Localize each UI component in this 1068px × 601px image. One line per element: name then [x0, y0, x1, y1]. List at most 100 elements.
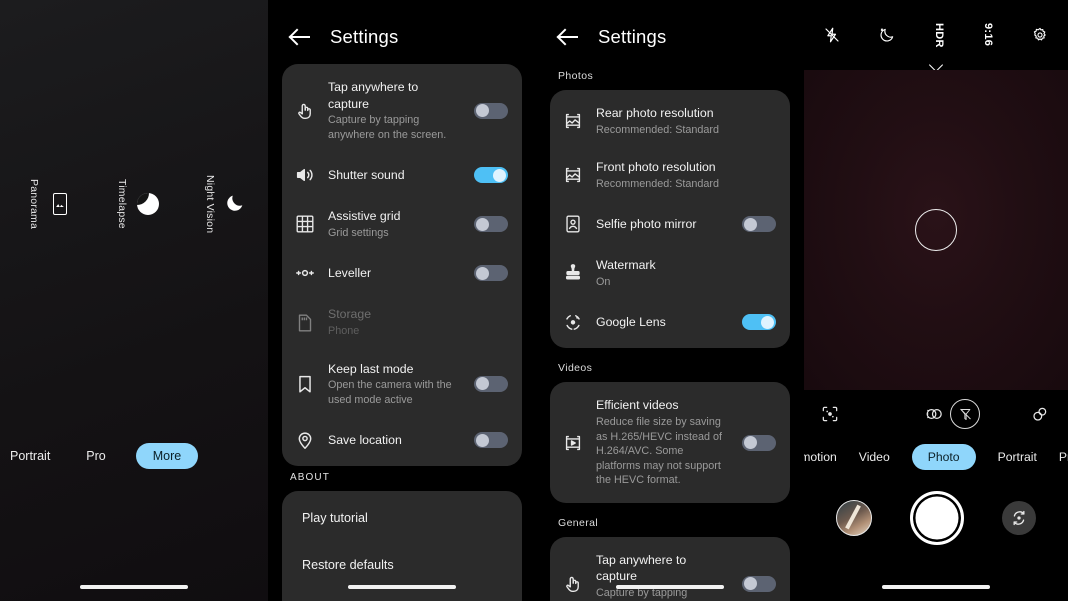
gesture-nav-bar[interactable] [804, 585, 1068, 589]
screenshot-stage: Panorama Timelapse Night Vision Portrait… [0, 0, 1068, 601]
setting-subtitle: Capture by tapping anywhere on the scree… [328, 114, 447, 141]
setting-row-save-location[interactable]: Save location [282, 418, 522, 462]
settings-header: Settings [536, 0, 804, 64]
setting-row-tap-anywhere-detail[interactable]: Tap anywhere to capture Capture by tappi… [550, 541, 790, 601]
panorama-icon [48, 192, 72, 216]
setting-text: Assistive grid Grid settings [328, 208, 462, 240]
setting-row-leveller[interactable]: Leveller [282, 251, 522, 295]
about-row-open-source-licences[interactable]: Open source licences [282, 589, 522, 601]
toggle-assistive-grid[interactable] [474, 216, 508, 233]
setting-row-watermark[interactable]: Watermark On [550, 246, 790, 300]
camera-shutter-row [804, 488, 1068, 548]
aspect-ratio-label: 9:16 [982, 23, 995, 47]
vertical-mode-list: Panorama Timelapse Night Vision [0, 175, 268, 233]
settings-card-general: Tap anywhere to capture Capture by tappi… [282, 64, 522, 467]
grid-icon [294, 213, 316, 235]
toggle-tap-anywhere-detail[interactable] [742, 575, 776, 592]
tap-hand-icon [294, 100, 316, 122]
flip-camera-icon[interactable] [1002, 501, 1036, 535]
google-lens-icon [562, 311, 584, 333]
gallery-thumbnail[interactable] [836, 500, 872, 536]
toggle-efficient-videos[interactable] [742, 434, 776, 451]
back-arrow-icon[interactable] [290, 26, 312, 48]
mode-pro[interactable]: Pro [1059, 450, 1068, 464]
mode-timelapse[interactable]: Timelapse [116, 179, 160, 229]
filters-icon[interactable] [924, 404, 944, 424]
flash-off-icon[interactable] [823, 26, 841, 44]
setting-row-google-lens[interactable]: Google Lens [550, 300, 790, 344]
toggle-google-lens[interactable] [742, 314, 776, 331]
gesture-nav-bar[interactable] [0, 585, 268, 589]
about-row-restore-defaults[interactable]: Restore defaults [282, 542, 522, 589]
setting-text: Leveller [328, 265, 462, 282]
night-mode-icon[interactable] [878, 26, 896, 44]
setting-subtitle: On [596, 275, 611, 288]
section-label-general: General [558, 516, 599, 529]
setting-row-tap-anywhere[interactable]: Tap anywhere to capture Capture by tappi… [282, 68, 522, 153]
setting-subtitle: Recommended: Standard [596, 177, 720, 190]
toggle-save-location[interactable] [474, 432, 508, 449]
gesture-nav-bar[interactable] [536, 585, 804, 589]
settings-card-videos: Efficient videos Reduce file size by sav… [550, 382, 790, 503]
setting-text: Save location [328, 432, 462, 449]
setting-title: Leveller [328, 266, 372, 281]
mode-slow-motion[interactable]: w motion [804, 450, 837, 464]
setting-row-efficient-videos[interactable]: Efficient videos Reduce file size by sav… [550, 386, 790, 498]
bookmark-icon [294, 373, 316, 395]
toggle-tap-anywhere[interactable] [474, 102, 508, 119]
setting-row-keep-last-mode[interactable]: Keep last mode Open the camera with the … [282, 350, 522, 419]
section-label-videos: Videos [558, 362, 593, 375]
aspect-ratio-toggle[interactable]: 9:16 [982, 23, 994, 46]
toggle-leveller[interactable] [474, 265, 508, 282]
mode-portrait[interactable]: Portrait [998, 450, 1037, 464]
back-arrow-icon[interactable] [558, 26, 580, 48]
setting-subtitle: Reduce file size by saving as H.265/HEVC… [596, 416, 723, 487]
setting-title: Shutter sound [328, 168, 405, 183]
setting-row-selfie-photo-mirror[interactable]: Selfie photo mirror [550, 202, 790, 246]
mode-pro[interactable]: Pro [86, 449, 105, 463]
timer-ring[interactable] [950, 399, 980, 429]
settings-card-general-detail: Tap anywhere to capture Capture by tappi… [550, 536, 790, 601]
setting-title: Tap anywhere to capture [596, 552, 687, 584]
setting-subtitle: Phone [328, 325, 360, 338]
about-row-play-tutorial[interactable]: Play tutorial [282, 495, 522, 542]
camera-controls-row [804, 396, 1068, 432]
setting-title: Google Lens [596, 315, 666, 330]
page-title: Settings [598, 26, 667, 47]
timer-button[interactable] [950, 399, 980, 429]
mode-portrait[interactable]: Portrait [10, 449, 50, 463]
bokeh-icon[interactable] [1030, 404, 1050, 424]
settings-card-photos: Rear photo resolution Recommended: Stand… [550, 90, 790, 349]
mode-night-vision[interactable]: Night Vision [204, 175, 248, 233]
camera-more-modes-panel: Panorama Timelapse Night Vision Portrait… [0, 0, 268, 601]
hdr-toggle[interactable]: HDR [933, 23, 945, 48]
setting-row-front-photo-resolution[interactable]: Front photo resolution Recommended: Stan… [550, 148, 790, 202]
camera-mode-row-left: Portrait Pro More [0, 443, 268, 469]
gesture-nav-bar[interactable] [268, 585, 536, 589]
setting-text: Google Lens [596, 314, 730, 331]
viewfinder-preview[interactable] [804, 70, 1068, 390]
mode-panorama[interactable]: Panorama [28, 179, 72, 229]
settings-gear-icon[interactable] [1031, 26, 1049, 44]
setting-title: Selfie photo mirror [596, 217, 697, 232]
setting-row-rear-photo-resolution[interactable]: Rear photo resolution Recommended: Stand… [550, 94, 790, 148]
sd-card-icon [294, 312, 316, 334]
setting-text: Rear photo resolution Recommended: Stand… [596, 105, 776, 137]
toggle-keep-last-mode[interactable] [474, 375, 508, 392]
setting-text: Play tutorial [302, 510, 508, 527]
setting-text: Tap anywhere to capture Capture by tappi… [596, 552, 730, 601]
mode-more-selected[interactable]: More [135, 443, 199, 469]
toggle-shutter-sound[interactable] [474, 167, 508, 184]
mode-photo-selected[interactable]: Photo [911, 444, 976, 470]
setting-title: Play tutorial [302, 511, 368, 526]
toggle-selfie-photo-mirror[interactable] [742, 216, 776, 233]
setting-row-assistive-grid[interactable]: Assistive grid Grid settings [282, 197, 522, 251]
setting-text: Tap anywhere to capture Capture by tappi… [328, 79, 462, 142]
mode-video[interactable]: Video [859, 450, 890, 464]
ai-scene-icon[interactable] [820, 404, 840, 424]
setting-text: Selfie photo mirror [596, 216, 730, 233]
setting-row-storage[interactable]: Storage Phone [282, 295, 522, 349]
hdr-label: HDR [932, 22, 945, 48]
setting-row-shutter-sound[interactable]: Shutter sound [282, 153, 522, 197]
shutter-button[interactable] [910, 491, 964, 545]
